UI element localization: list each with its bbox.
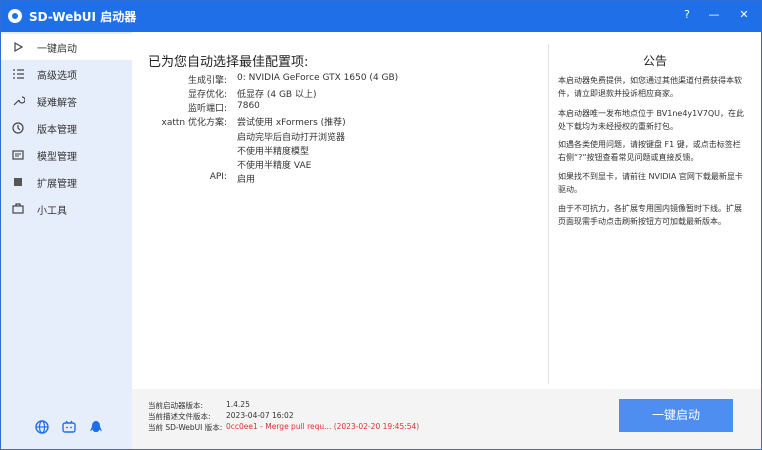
model-icon — [11, 148, 25, 162]
config-title: 已为您自动选择最佳配置项: — [148, 55, 309, 70]
config-key: 显存优化: — [187, 90, 227, 100]
notice-paragraph: 本启动器免费提供，如您通过其他渠道付费获得本软件，请立即退款并投诉相应商家。 — [558, 76, 742, 98]
notice-paragraph: 由于不可抗力，各扩展专用国内镜像暂时下线。扩展页面现需手动点击刷新按钮方可加载最… — [558, 204, 742, 226]
config-value[interactable]: 尝试使用 xFormers (推荐) — [237, 115, 346, 128]
config-key: 生成引擎: — [187, 76, 227, 86]
descriptor-version-label: 当前描述文件版本: — [148, 412, 211, 421]
webui-version-value[interactable]: 0cc0ee1 - Merge pull requ... (2023-02-20… — [226, 422, 419, 431]
play-icon — [11, 40, 25, 54]
sidebar-item-label: 模型管理 — [37, 152, 77, 163]
sidebar-item-tools[interactable]: 小工具 — [1, 196, 132, 222]
launcher-window: SD-WebUI 启动器 ? — ✕ 一键启动 高级选项 疑难解答 版本管理 模… — [0, 0, 762, 450]
launcher-version-value: 1.4.25 — [226, 400, 250, 409]
sidebar-item-label: 疑难解答 — [37, 98, 77, 109]
sidebar: 一键启动 高级选项 疑难解答 版本管理 模型管理 扩展管理 小工具 — [1, 32, 132, 449]
wrench-icon — [11, 94, 26, 108]
sidebar-item-extension-management[interactable]: 扩展管理 — [1, 169, 132, 195]
bottom-links — [1, 419, 132, 439]
close-button[interactable]: ✕ — [734, 5, 754, 25]
config-value[interactable]: 不使用半精度模型 — [237, 144, 309, 157]
config-value[interactable]: 0: NVIDIA GeForce GTX 1650 (4 GB) — [237, 73, 398, 83]
minimize-button[interactable]: — — [704, 5, 724, 25]
descriptor-version-value: 2023-04-07 16:02 — [226, 411, 294, 420]
webui-version-label: 当前 SD-WebUI 版本: — [148, 423, 223, 432]
config-value[interactable]: 启动完毕后自动打开浏览器 — [237, 130, 345, 143]
app-logo-icon — [8, 9, 22, 23]
sidebar-item-label: 版本管理 — [37, 125, 77, 136]
config-value[interactable]: 启用 — [237, 172, 255, 185]
panel-divider — [548, 44, 549, 384]
list-icon — [11, 67, 25, 81]
sidebar-item-model-management[interactable]: 模型管理 — [1, 142, 132, 168]
bilibili-icon[interactable] — [61, 419, 77, 435]
footer: 当前启动器版本: 1.4.25 当前描述文件版本: 2023-04-07 16:… — [132, 389, 761, 449]
extension-icon — [11, 175, 25, 189]
one-click-launch-button[interactable]: 一键启动 — [619, 399, 733, 432]
history-icon — [11, 121, 25, 135]
sidebar-item-label: 一键启动 — [37, 44, 77, 55]
config-key: API: — [209, 172, 227, 182]
config-key: xattn 优化方案: — [161, 118, 228, 128]
sidebar-item-label: 扩展管理 — [37, 179, 77, 190]
sidebar-item-version-management[interactable]: 版本管理 — [1, 115, 132, 141]
sidebar-item-troubleshooting[interactable]: 疑难解答 — [1, 88, 132, 114]
sidebar-item-label: 小工具 — [37, 206, 67, 217]
window-title: SD-WebUI 启动器 — [29, 10, 137, 24]
notice-paragraph: 本启动器唯一发布地点位于 BV1ne4y1V7QU，在此处下载均为未经授权的重新… — [558, 109, 744, 131]
notice-paragraph: 如遇各类使用问题，请按键盘 F1 键，或点击标签栏右侧“?”按钮查看常见问题或直… — [558, 140, 741, 162]
sidebar-item-advanced-options[interactable]: 高级选项 — [1, 61, 132, 87]
notice-title: 公告 — [642, 54, 667, 68]
config-value[interactable]: 低显存 (4 GB 以上) — [237, 87, 316, 100]
sidebar-item-one-click-launch[interactable]: 一键启动 — [1, 34, 132, 60]
qq-icon[interactable] — [88, 419, 104, 435]
config-value[interactable]: 不使用半精度 VAE — [237, 158, 311, 171]
config-key: 监听端口: — [187, 104, 227, 114]
title-bar[interactable]: SD-WebUI 启动器 ? — ✕ — [1, 1, 761, 32]
help-button[interactable]: ? — [677, 5, 697, 25]
sidebar-item-label: 高级选项 — [37, 71, 77, 82]
launcher-version-label: 当前启动器版本: — [148, 401, 204, 410]
notice-paragraph: 如果找不到显卡，请前往 NVIDIA 官网下载最新显卡驱动。 — [558, 172, 743, 194]
main-panel: 已为您自动选择最佳配置项: 生成引擎: 0: NVIDIA GeForce GT… — [132, 32, 761, 449]
config-value[interactable]: 7860 — [237, 101, 260, 111]
globe-icon[interactable] — [34, 419, 50, 435]
toolbox-icon — [11, 202, 25, 216]
